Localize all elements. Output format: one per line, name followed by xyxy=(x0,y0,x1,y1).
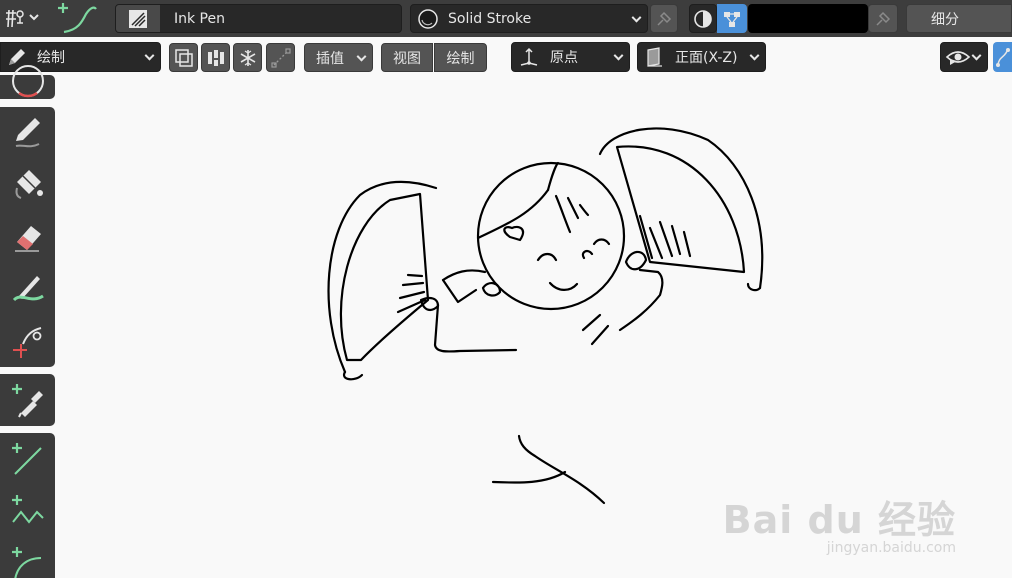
hair-stroke xyxy=(546,161,560,192)
fan-left xyxy=(339,192,430,362)
watermark-main: Bai du 经验 xyxy=(722,498,956,542)
left-eye xyxy=(536,252,558,262)
arm-left xyxy=(441,269,487,282)
leg-right xyxy=(517,434,606,505)
baidu-watermark: Bai du 经验 jingyan.baidu.com xyxy=(723,489,956,556)
fan-right-frill xyxy=(598,127,764,290)
torso-left xyxy=(433,303,518,353)
hair-stroke xyxy=(566,196,580,220)
right-eye xyxy=(592,238,611,246)
fold-lines xyxy=(581,313,610,346)
fan-left-frill-end xyxy=(342,370,364,381)
leg-left xyxy=(491,470,567,484)
hair-stroke xyxy=(578,203,590,217)
smile xyxy=(548,281,579,291)
fan-right-frill-end xyxy=(746,282,762,292)
hand-left xyxy=(481,282,502,297)
hair-bow xyxy=(503,225,525,242)
hand-fan-right xyxy=(624,250,648,271)
hair-stroke xyxy=(554,194,572,234)
torso-right xyxy=(618,268,664,332)
sleeve-left xyxy=(441,278,478,304)
cheek xyxy=(581,249,594,260)
